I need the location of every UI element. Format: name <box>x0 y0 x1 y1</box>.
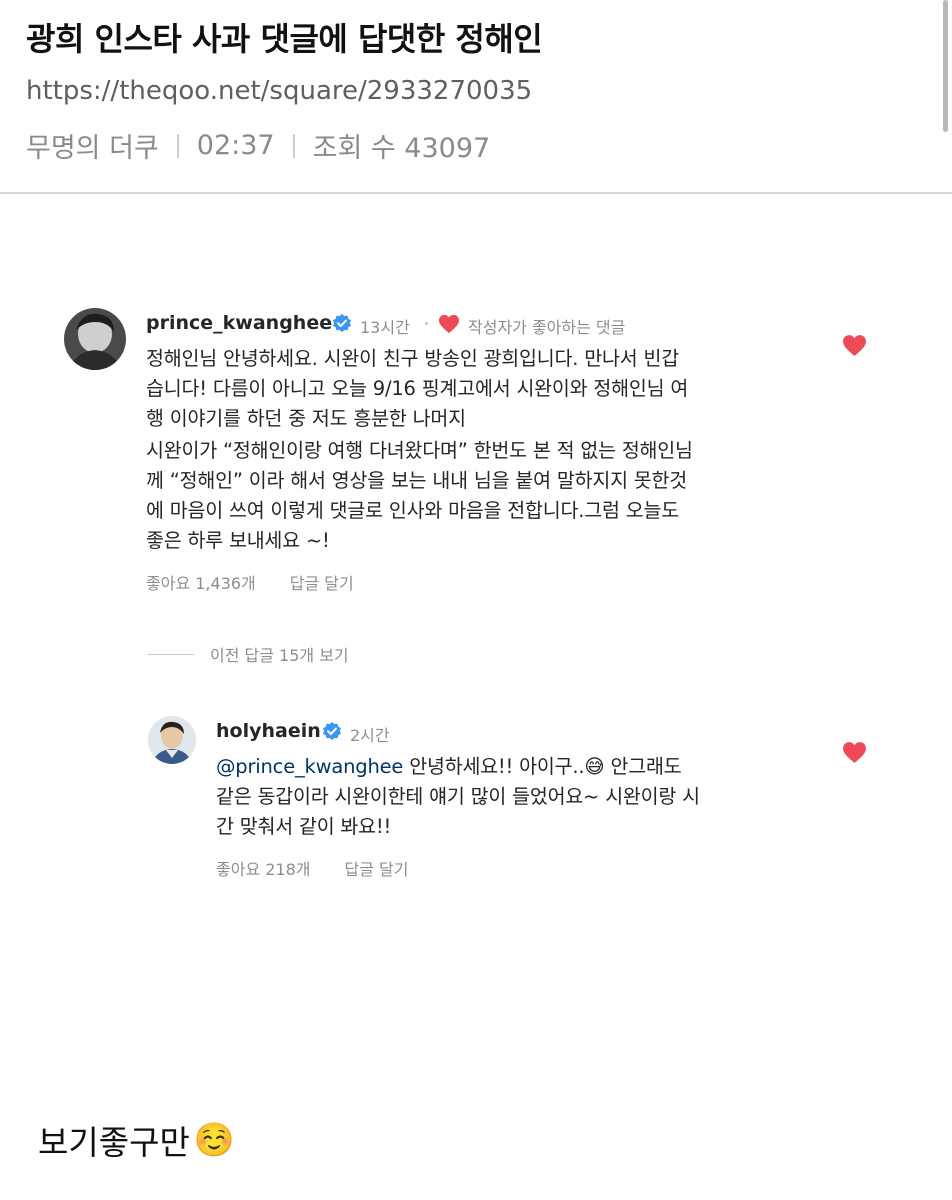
post-views: 조회 수 43097 <box>312 133 491 164</box>
reply-line: @prince_kwanghee 안녕하세요!! 아이구..😅 안그래도 <box>216 752 700 782</box>
heart-icon <box>439 314 459 334</box>
reply-line: 같은 동갑이라 시완이한테 얘기 많이 들었어요~ 시완이랑 시 <box>216 785 700 808</box>
reply-text: 안녕하세요!! 아이구.. <box>403 755 585 778</box>
reply-body: @prince_kwanghee 안녕하세요!! 아이구..😅 안그래도 같은 … <box>216 752 700 842</box>
post-meta: 무명의 더쿠 02:37 조회 수 43097 <box>26 126 490 165</box>
verified-badge-icon <box>333 314 351 332</box>
comment-line: 께 “정해인” 이라 해서 영상을 보는 내내 님을 붙여 말하지지 못한것 <box>146 469 688 492</box>
post-url-link[interactable]: https://theqoo.net/square/2933270035 <box>26 76 532 106</box>
reply-likes-count[interactable]: 좋아요 218개 <box>216 856 311 880</box>
comment-line: 좋은 하루 보내세요 ~! <box>146 529 330 552</box>
liked-by-author-label: 작성자가 좋아하는 댓글 <box>468 318 626 337</box>
comment-username[interactable]: prince_kwanghee <box>146 312 332 334</box>
smiling-face-emoji-icon: ☺️ <box>193 1120 235 1159</box>
avatar-holyhaein[interactable] <box>148 716 196 764</box>
reply-text: 안그래도 <box>604 755 682 778</box>
sweat-smile-emoji-icon: 😅 <box>584 755 605 778</box>
comment-line: 시완이가 “정해인이랑 여행 다녀왔다며” 한번도 본 적 없는 정해인님 <box>146 439 693 462</box>
meta-divider <box>292 133 295 158</box>
comment-actions: 좋아요 1,436개 답글 달기 <box>146 570 354 594</box>
comment-line: 에 마음이 쓰여 이렇게 댓글로 인사와 마음을 전합니다.그럼 오늘도 <box>146 499 679 522</box>
avatar-prince-kwanghee[interactable] <box>64 308 126 370</box>
post-author[interactable]: 무명의 더쿠 <box>26 126 159 165</box>
caption-text: 보기좋구만 <box>38 1123 190 1162</box>
verified-badge-icon <box>323 722 341 740</box>
comment-body-paragraph2: 시완이가 “정해인이랑 여행 다녀왔다며” 한번도 본 적 없는 정해인님 께 … <box>146 436 693 556</box>
replies-divider-line <box>148 653 194 655</box>
comment-line: 행 이야기를 하던 중 저도 흥분한 나머지 <box>146 407 466 430</box>
reply-button[interactable]: 답글 달기 <box>290 570 354 594</box>
post-caption: 보기좋구만 ☺️ <box>38 1116 235 1164</box>
reply-time: 2시간 <box>350 726 390 745</box>
comment-body: 정해인님 안녕하세요. 시완이 친구 방송인 광희입니다. 만나서 빈갑 습니다… <box>146 344 688 434</box>
post-header: 광희 인스타 사과 댓글에 답댓한 정해인 https://theqoo.net… <box>0 0 952 194</box>
meta-divider <box>176 133 179 158</box>
comment-time: 13시간 <box>360 318 410 337</box>
reply-like-heart-icon[interactable] <box>842 741 867 764</box>
reply-username[interactable]: holyhaein <box>216 720 321 742</box>
comment-like-heart-icon[interactable] <box>842 334 867 357</box>
view-previous-replies[interactable]: 이전 답글 15개 보기 <box>148 642 349 666</box>
comment-line: 습니다! 다름이 아니고 오늘 9/16 핑계고에서 시완이와 정해인님 여 <box>146 377 689 400</box>
reply-button[interactable]: 답글 달기 <box>345 856 409 880</box>
reply-line: 간 맞춰서 같이 봐요!! <box>216 815 392 838</box>
comment-line: 정해인님 안녕하세요. 시완이 친구 방송인 광희입니다. 만나서 빈갑 <box>146 347 679 370</box>
post-time: 02:37 <box>196 130 275 161</box>
reply-actions: 좋아요 218개 답글 달기 <box>216 856 408 880</box>
meta-dot: · <box>424 314 430 333</box>
mention-link[interactable]: @prince_kwanghee <box>216 755 403 778</box>
comment-likes-count[interactable]: 좋아요 1,436개 <box>146 570 256 594</box>
view-previous-replies-label: 이전 답글 15개 보기 <box>210 646 349 665</box>
scrollbar[interactable] <box>943 0 948 132</box>
post-title: 광희 인스타 사과 댓글에 답댓한 정해인 <box>26 20 543 58</box>
